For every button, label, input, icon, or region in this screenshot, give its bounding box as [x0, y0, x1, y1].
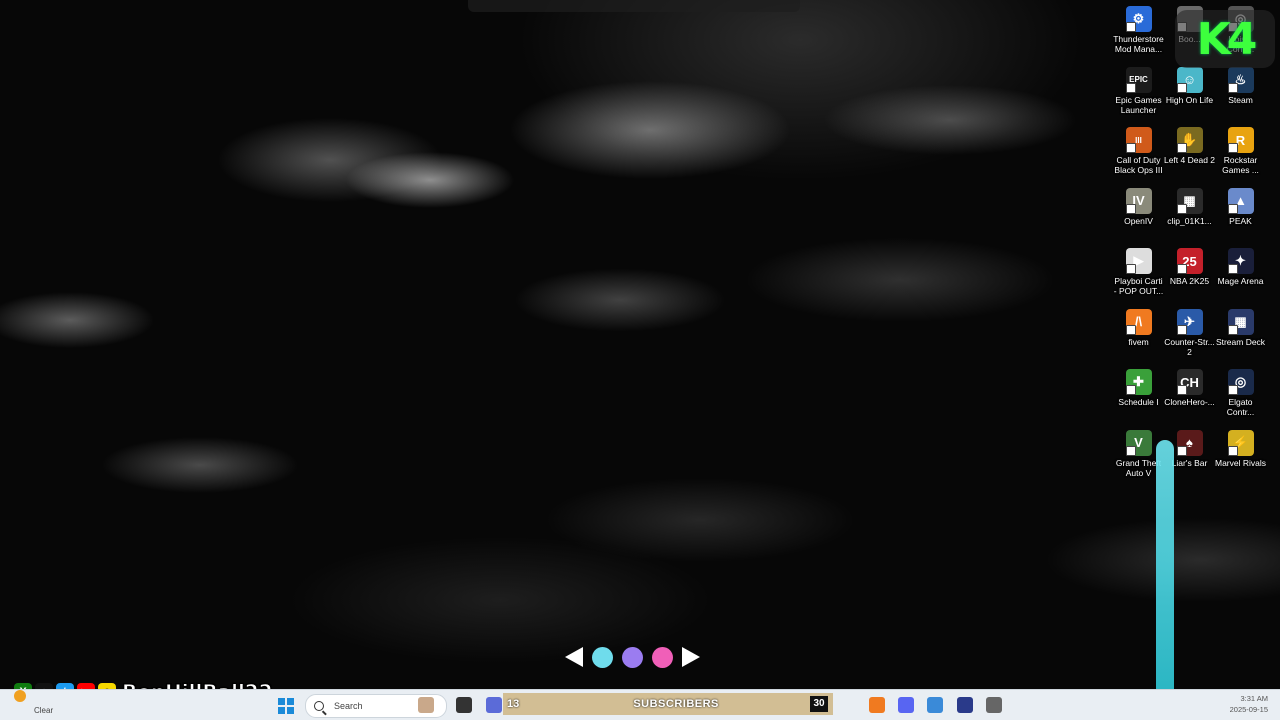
discord-icon[interactable] — [898, 697, 914, 713]
desktop-shortcut[interactable]: ✚ Schedule I — [1113, 367, 1164, 428]
carousel-controls — [565, 644, 715, 670]
stream-deck-taskbar-icon[interactable] — [957, 697, 973, 713]
sun-icon — [14, 690, 26, 702]
desktop-shortcut[interactable]: CH CloneHero-... — [1164, 367, 1215, 428]
epic-games-icon: EPIC — [1125, 66, 1152, 93]
desktop-shortcut[interactable]: ▶ Playboi Carti - POP OUT... — [1113, 246, 1164, 307]
carousel-dot[interactable] — [622, 646, 643, 668]
fivem-taskbar-icon[interactable] — [869, 697, 885, 713]
desktop-shortcut[interactable]: ▲ PEAK — [1215, 186, 1266, 247]
desktop-shortcut-label: High On Life — [1165, 94, 1214, 105]
desktop-shortcut-label: Mage Arena — [1217, 276, 1264, 286]
windows-logo-icon — [278, 698, 285, 705]
schedule-one-icon: ✚ — [1125, 369, 1152, 395]
desktop-shortcut-label: Call of Duty Black Ops III — [1114, 155, 1163, 175]
windows-logo-icon — [287, 698, 294, 705]
channel-logo: K4 — [1175, 10, 1275, 68]
desktop-shortcut-label: PEAK — [1229, 215, 1252, 226]
windows-logo-icon — [278, 707, 285, 714]
system-clock[interactable]: 3:31 AM 2025-09-15 — [1230, 693, 1268, 715]
media-file-icon: ▶ — [1125, 248, 1152, 274]
desktop-shortcut[interactable]: ✈ Counter-Str... 2 — [1164, 307, 1215, 368]
desktop-shortcut[interactable]: ☺ High On Life — [1164, 65, 1215, 126]
desktop-shortcut[interactable]: R Rockstar Games ... — [1215, 125, 1266, 186]
gta-v-icon: V — [1125, 429, 1152, 456]
start-button[interactable] — [278, 698, 294, 714]
search-icon — [314, 701, 324, 711]
elgato-icon: ◎ — [1227, 369, 1254, 395]
peak-icon: ▲ — [1227, 187, 1254, 214]
windows-logo-icon — [287, 707, 294, 714]
desktop-shortcut[interactable]: ✦ Mage Arena — [1215, 246, 1266, 307]
top-notch-bar — [468, 0, 800, 12]
desktop-shortcut-label: Rockstar Games ... — [1222, 155, 1259, 175]
steam-icon: ♨ — [1227, 66, 1254, 93]
desktop-shortcut-label: Steam — [1228, 94, 1253, 105]
stream-deck-icon: ▦ — [1227, 308, 1254, 335]
video-clip-icon: ▦ — [1176, 187, 1203, 214]
desktop-shortcut[interactable]: ✋ Left 4 Dead 2 — [1164, 125, 1215, 186]
desktop-shortcut-label: Marvel Rivals — [1214, 457, 1266, 468]
clone-hero-icon: CH — [1176, 369, 1203, 395]
desktop-shortcut-label: clip_01K1... — [1167, 215, 1212, 226]
desktop-wallpaper — [0, 0, 1280, 690]
desktop-shortcut-label: Schedule I — [1118, 397, 1159, 407]
desktop-shortcut-label: Playboi Carti - POP OUT... — [1113, 276, 1164, 296]
previous-arrow-icon[interactable] — [565, 647, 583, 667]
counter-strike-icon: ✈ — [1176, 308, 1203, 335]
desktop-shortcut[interactable]: III Call of Duty Black Ops III — [1113, 125, 1164, 186]
desktop-shortcut[interactable]: ⚙ Thunderstore Mod Mana... — [1113, 4, 1164, 65]
desktop-shortcut-label: CloneHero-... — [1164, 397, 1215, 407]
search-placeholder: Search — [334, 701, 363, 711]
rockstar-games-icon: R — [1227, 127, 1254, 153]
thunderstore-icon: ⚙ — [1125, 6, 1152, 32]
desktop-shortcut[interactable]: ⚡ Marvel Rivals — [1215, 428, 1266, 489]
marvel-rivals-icon: ⚡ — [1227, 429, 1254, 456]
subscriber-goal-bar: 13 SUBSCRIBERS 30 — [503, 693, 833, 715]
desktop-shortcut-label: OpenIV — [1124, 215, 1153, 226]
subscriber-goal: 30 — [810, 696, 828, 712]
desktop-shortcut[interactable]: ▦ Stream Deck — [1215, 307, 1266, 368]
nba-2k25-icon: 25 — [1176, 248, 1203, 274]
carousel-dot[interactable] — [592, 646, 613, 668]
subscriber-label: SUBSCRIBERS — [633, 698, 719, 710]
settings-icon[interactable] — [986, 697, 1002, 713]
clock-time: 3:31 AM — [1240, 694, 1268, 703]
carousel-dot[interactable] — [652, 646, 673, 668]
left-4-dead-icon: ✋ — [1176, 127, 1203, 153]
subscriber-count: 13 — [507, 698, 520, 710]
desktop-shortcut-label: Epic Games Launcher — [1115, 94, 1162, 115]
task-view-icon[interactable] — [456, 697, 472, 713]
desktop-shortcut-label: Elgato Contr... — [1226, 397, 1255, 417]
desktop-shortcut[interactable]: /\ fivem — [1113, 307, 1164, 368]
desktop-icon-grid: ⚙Thunderstore Mod Mana...Boo...◎Ubis... … — [1113, 4, 1279, 488]
next-arrow-icon[interactable] — [682, 647, 700, 667]
call-of-duty-icon: III — [1125, 127, 1152, 153]
desktop-shortcut-label: Left 4 Dead 2 — [1163, 155, 1216, 165]
desktop-shortcut-label: Thunderstore Mod Mana... — [1113, 34, 1164, 54]
desktop-shortcut[interactable]: ▦ clip_01K1... — [1164, 186, 1215, 247]
desktop-shortcut[interactable]: IV OpenIV — [1113, 186, 1164, 247]
photos-icon[interactable] — [927, 697, 943, 713]
desktop-shortcut-label: fivem — [1128, 336, 1149, 347]
clock-date: 2025-09-15 — [1229, 705, 1268, 714]
desktop-shortcut[interactable]: 25 NBA 2K25 — [1164, 246, 1215, 307]
desktop-shortcut-label: Counter-Str... 2 — [1164, 336, 1215, 357]
desktop-shortcut[interactable]: EPIC Epic Games Launcher — [1113, 65, 1164, 126]
logo-text: K4 — [1196, 13, 1258, 65]
high-on-life-icon: ☺ — [1176, 66, 1203, 93]
desktop-shortcut-label: NBA 2K25 — [1169, 276, 1210, 286]
liars-bar-icon: ♠ — [1176, 429, 1203, 456]
copilot-icon[interactable] — [486, 697, 502, 713]
weather-text: Clear — [34, 706, 54, 715]
fivem-icon: /\ — [1125, 308, 1152, 335]
desktop-shortcut-label: Stream Deck — [1215, 336, 1266, 347]
overlay-cyan-bar — [1156, 440, 1174, 715]
desktop-shortcut[interactable]: ◎ Elgato Contr... — [1215, 367, 1266, 428]
openiv-icon: IV — [1125, 187, 1152, 214]
people-icon[interactable] — [418, 697, 434, 713]
mage-arena-icon: ✦ — [1227, 248, 1254, 274]
desktop-shortcut[interactable]: ♨ Steam — [1215, 65, 1266, 126]
